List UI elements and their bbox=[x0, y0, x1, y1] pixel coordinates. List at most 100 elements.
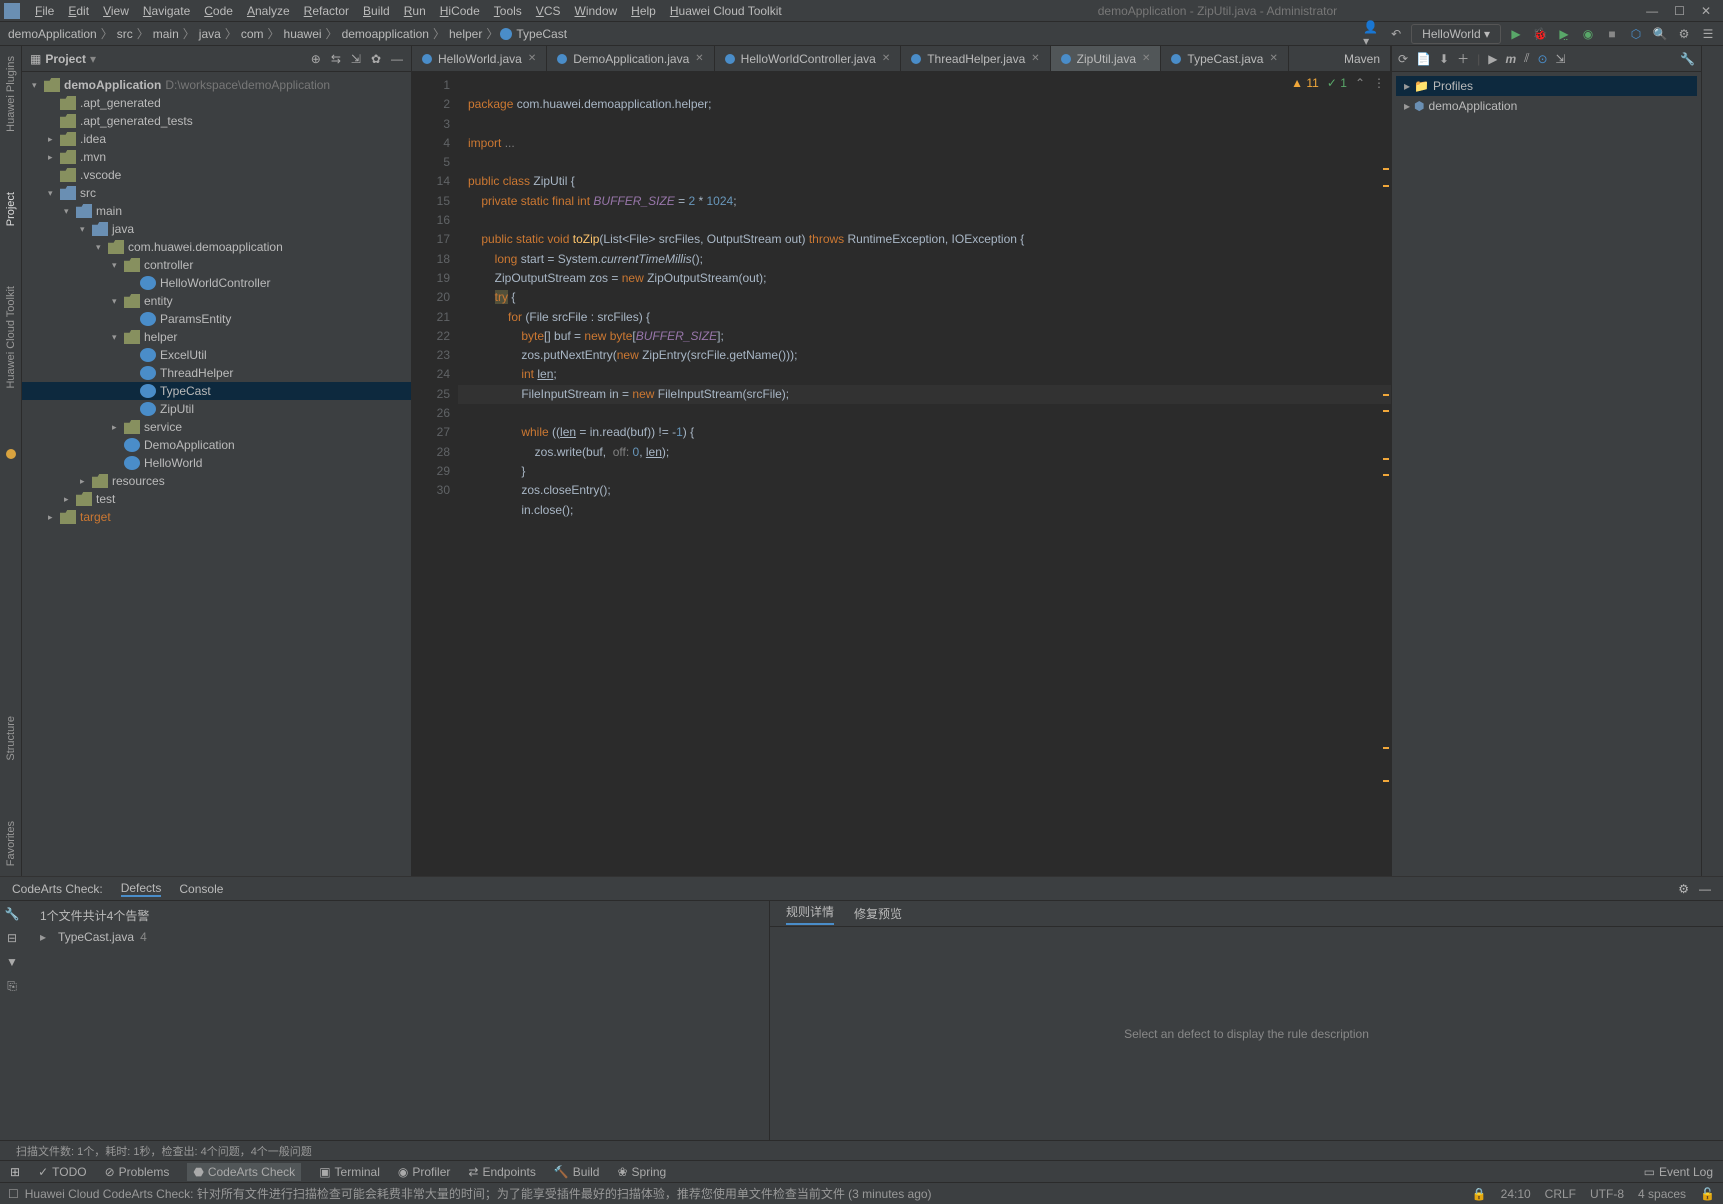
refresh-icon[interactable]: ⟳ bbox=[1398, 52, 1408, 66]
git-icon[interactable]: ⬡ bbox=[1627, 25, 1645, 43]
rail-huawei-plugins[interactable]: Huawei Plugins bbox=[5, 56, 17, 132]
menu-window[interactable]: Window bbox=[567, 4, 624, 18]
profiles-node[interactable]: ▸📁Profiles bbox=[1396, 76, 1697, 96]
minimize-icon[interactable]: — bbox=[1646, 4, 1658, 18]
tree-node[interactable]: .vscode bbox=[22, 166, 411, 184]
tree-root[interactable]: ▾demoApplication D:\workspace\demoApplic… bbox=[22, 76, 411, 94]
editor-tab[interactable]: ThreadHelper.java✕ bbox=[901, 46, 1050, 71]
tree-node[interactable]: ▾controller bbox=[22, 256, 411, 274]
breadcrumb-seg[interactable]: java bbox=[197, 27, 223, 41]
coverage-icon[interactable]: ▶̤ bbox=[1555, 25, 1573, 43]
tw-build[interactable]: 🔨 Build bbox=[554, 1165, 600, 1179]
breadcrumb-seg[interactable]: demoapplication bbox=[340, 27, 431, 41]
editor-tab[interactable]: DemoApplication.java✕ bbox=[547, 46, 714, 71]
hide2-icon[interactable]: — bbox=[1699, 882, 1711, 896]
tree-node[interactable]: ▸resources bbox=[22, 472, 411, 490]
tree-node[interactable]: ZipUtil bbox=[22, 400, 411, 418]
tw-codearts[interactable]: ⬣ CodeArts Check bbox=[187, 1163, 301, 1181]
cursor-pos[interactable]: 24:10 bbox=[1501, 1187, 1531, 1201]
menu-edit[interactable]: Edit bbox=[61, 4, 96, 18]
code-text[interactable]: package com.huawei.demoapplication.helpe… bbox=[458, 72, 1391, 876]
tree-node[interactable]: ▾helper bbox=[22, 328, 411, 346]
menu-view[interactable]: View bbox=[96, 4, 136, 18]
tree-node[interactable]: ▸.idea bbox=[22, 130, 411, 148]
tree-node[interactable]: HelloWorldController bbox=[22, 274, 411, 292]
expand-icon[interactable]: ⇆ bbox=[331, 52, 341, 66]
skip-icon[interactable]: ⫽ bbox=[1524, 51, 1529, 66]
close-icon[interactable]: ✕ bbox=[1701, 4, 1711, 18]
tw-problems[interactable]: ⊘ Problems bbox=[105, 1165, 170, 1179]
editor-tab[interactable]: HelloWorld.java✕ bbox=[412, 46, 547, 71]
add-icon[interactable]: ＋ bbox=[1457, 50, 1469, 67]
project-tree[interactable]: ▾demoApplication D:\workspace\demoApplic… bbox=[22, 72, 411, 876]
menu-hicode[interactable]: HiCode bbox=[433, 4, 487, 18]
menu-refactor[interactable]: Refactor bbox=[297, 4, 356, 18]
maven-tree[interactable]: ▸📁Profiles ▸⬢demoApplication bbox=[1392, 72, 1701, 120]
editor-tab[interactable]: HelloWorldController.java✕ bbox=[715, 46, 902, 71]
tab-codearts[interactable]: CodeArts Check: bbox=[12, 882, 103, 896]
menu-build[interactable]: Build bbox=[356, 4, 397, 18]
back-icon[interactable]: ↶ bbox=[1387, 25, 1405, 43]
tw-profiler[interactable]: ◉ Profiler bbox=[398, 1165, 451, 1179]
app-node[interactable]: ▸⬢demoApplication bbox=[1396, 96, 1697, 116]
run2-icon[interactable]: ▶ bbox=[1488, 52, 1497, 66]
search-icon[interactable]: 🔍 bbox=[1651, 25, 1669, 43]
tree-node[interactable]: ▸service bbox=[22, 418, 411, 436]
ok-badge[interactable]: ✓ 1 bbox=[1327, 76, 1347, 90]
tw-todo[interactable]: ✓ TODO bbox=[38, 1165, 87, 1179]
defect-file-row[interactable]: ▸ TypeCast.java 4 bbox=[40, 930, 753, 944]
menu-help[interactable]: Help bbox=[624, 4, 663, 18]
tree-node[interactable]: TypeCast bbox=[22, 382, 411, 400]
locate-icon[interactable]: ⊕ bbox=[311, 52, 321, 66]
gear-icon[interactable]: ✿ bbox=[371, 52, 381, 66]
filter-icon[interactable]: ▼ bbox=[6, 955, 18, 969]
editor-tab[interactable]: TypeCast.java✕ bbox=[1161, 46, 1288, 71]
generate-icon[interactable]: 📄 bbox=[1416, 52, 1431, 66]
caret-icon[interactable]: ⌃ bbox=[1355, 76, 1365, 90]
menu-run[interactable]: Run bbox=[397, 4, 433, 18]
rail-structure[interactable]: Structure bbox=[5, 716, 17, 761]
menu-huawei-cloud-toolkit[interactable]: Huawei Cloud Toolkit bbox=[663, 4, 789, 18]
tree-node[interactable]: ▾com.huawei.demoapplication bbox=[22, 238, 411, 256]
tree-node[interactable]: .apt_generated_tests bbox=[22, 112, 411, 130]
warnings-badge[interactable]: ▲ 11 bbox=[1291, 76, 1319, 90]
hide-icon[interactable]: — bbox=[391, 52, 403, 66]
breadcrumb-seg[interactable]: huawei bbox=[282, 27, 324, 41]
tree-icon[interactable]: ⊟ bbox=[7, 931, 17, 945]
collapse-icon[interactable]: ⇲ bbox=[351, 52, 361, 66]
collapse2-icon[interactable]: ⇲ bbox=[1556, 52, 1566, 66]
offline-icon[interactable]: ⊙ bbox=[1537, 52, 1547, 66]
tab-defects[interactable]: Defects bbox=[121, 881, 162, 897]
breadcrumb-seg[interactable]: demoApplication bbox=[6, 27, 99, 41]
debug-icon[interactable]: 🐞 bbox=[1531, 25, 1549, 43]
export-icon[interactable]: ⎘ bbox=[7, 979, 17, 994]
rail-project[interactable]: Project bbox=[5, 192, 17, 226]
tw-endpoints[interactable]: ⇄ Endpoints bbox=[468, 1165, 535, 1179]
tree-node[interactable]: ▾main bbox=[22, 202, 411, 220]
tree-node[interactable]: HelloWorld bbox=[22, 454, 411, 472]
settings-icon[interactable]: ⚙ bbox=[1675, 25, 1693, 43]
tree-node[interactable]: ▸test bbox=[22, 490, 411, 508]
breadcrumb-seg[interactable]: TypeCast bbox=[514, 27, 569, 41]
run-icon[interactable]: ▶ bbox=[1507, 25, 1525, 43]
wrench2-icon[interactable]: 🔧 bbox=[5, 907, 20, 921]
toolwin-switcher-icon[interactable]: ⊞ bbox=[10, 1165, 20, 1179]
user-icon[interactable]: 👤▾ bbox=[1363, 25, 1381, 43]
tab-console[interactable]: Console bbox=[179, 882, 223, 896]
m-icon[interactable]: m bbox=[1505, 52, 1516, 66]
maximize-icon[interactable]: ☐ bbox=[1674, 4, 1685, 18]
rail-hc-toolkit[interactable]: Huawei Cloud Toolkit bbox=[5, 286, 17, 389]
tree-node[interactable]: ExcelUtil bbox=[22, 346, 411, 364]
stop-icon[interactable]: ■ bbox=[1603, 25, 1621, 43]
code-editor[interactable]: 123451415161718192021222324252627282930 … bbox=[412, 72, 1391, 876]
tab-rule-detail[interactable]: 规则详情 bbox=[786, 903, 834, 925]
tw-spring[interactable]: ❀ Spring bbox=[617, 1165, 666, 1179]
gear2-icon[interactable]: ⚙ bbox=[1678, 882, 1689, 896]
encoding[interactable]: UTF-8 bbox=[1590, 1187, 1624, 1201]
maven-tab[interactable]: Maven bbox=[1334, 46, 1391, 71]
tw-terminal[interactable]: ▣ Terminal bbox=[319, 1165, 380, 1179]
tree-node[interactable]: ▾src bbox=[22, 184, 411, 202]
breadcrumb-seg[interactable]: main bbox=[151, 27, 181, 41]
tw-eventlog[interactable]: ▭ Event Log bbox=[1644, 1165, 1713, 1179]
breadcrumb-seg[interactable]: src bbox=[115, 27, 135, 41]
